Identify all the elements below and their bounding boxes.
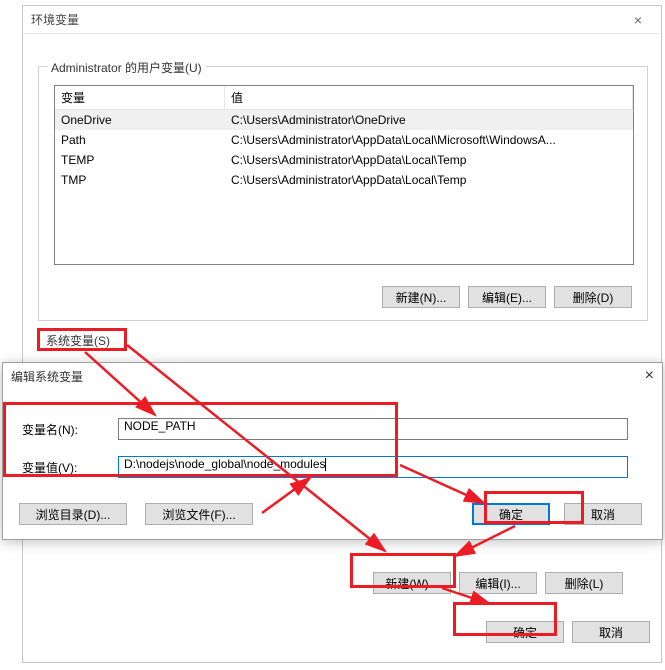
sys-vars-legend: 系统变量(S) [46, 332, 110, 349]
col-variable[interactable]: 变量 [55, 86, 225, 109]
ok-button[interactable]: 确定 [486, 621, 564, 643]
close-icon[interactable]: × [623, 12, 653, 28]
browse-file-button[interactable]: 浏览文件(F)... [145, 503, 253, 525]
new-button[interactable]: 新建(W)... [373, 572, 451, 594]
dialog-buttons: 确定 取消 [486, 621, 650, 643]
edit-titlebar: 编辑系统变量 × [3, 363, 662, 389]
table-row[interactable]: TMP C:\Users\Administrator\AppData\Local… [55, 170, 633, 190]
edit-button[interactable]: 编辑(I)... [459, 572, 537, 594]
sys-buttons: 新建(W)... 编辑(I)... 删除(L) [373, 572, 623, 594]
user-buttons: 新建(N)... 编辑(E)... 删除(D) [382, 286, 632, 308]
cell-var: TMP [55, 170, 225, 190]
var-value-row: 变量值(V): D:\nodejs\node_global\node_modul… [18, 456, 628, 478]
edit-sys-var-dialog: 编辑系统变量 × 变量名(N): NODE_PATH 变量值(V): D:\no… [2, 362, 663, 540]
sys-vars-legend-highlight: 系统变量(S) [37, 328, 127, 351]
table-row[interactable]: Path C:\Users\Administrator\AppData\Loca… [55, 130, 633, 150]
var-value-input[interactable]: D:\nodejs\node_global\node_modules [118, 456, 628, 478]
table-row[interactable]: OneDrive C:\Users\Administrator\OneDrive [55, 110, 633, 130]
table-row[interactable]: TEMP C:\Users\Administrator\AppData\Loca… [55, 150, 633, 170]
cell-val: C:\Users\Administrator\AppData\Local\Tem… [225, 150, 633, 170]
cell-val: C:\Users\Administrator\OneDrive [225, 110, 633, 130]
cell-val: C:\Users\Administrator\AppData\Local\Mic… [225, 130, 633, 150]
user-vars-legend: Administrator 的用户变量(U) [47, 59, 206, 76]
var-name-input[interactable]: NODE_PATH [118, 418, 628, 440]
edit-dialog-title: 编辑系统变量 [11, 368, 645, 385]
new-button[interactable]: 新建(N)... [382, 286, 460, 308]
delete-button[interactable]: 删除(L) [545, 572, 623, 594]
cancel-button[interactable]: 取消 [564, 503, 642, 525]
edit-button[interactable]: 编辑(E)... [468, 286, 546, 308]
var-name-label: 变量名(N): [18, 421, 118, 438]
col-value[interactable]: 值 [225, 86, 633, 109]
close-icon[interactable]: × [645, 367, 654, 385]
cell-var: TEMP [55, 150, 225, 170]
confirm-buttons: 确定 取消 [472, 503, 642, 525]
cancel-button[interactable]: 取消 [572, 621, 650, 643]
table-header: 变量 值 [55, 86, 633, 110]
user-vars-table[interactable]: 变量 值 OneDrive C:\Users\Administrator\One… [54, 85, 634, 265]
var-value-label: 变量值(V): [18, 459, 118, 476]
cell-var: OneDrive [55, 110, 225, 130]
dialog-title: 环境变量 [31, 11, 623, 28]
ok-button[interactable]: 确定 [472, 503, 550, 525]
browse-buttons: 浏览目录(D)... 浏览文件(F)... [19, 503, 253, 525]
cell-var: Path [55, 130, 225, 150]
text-caret [325, 458, 326, 471]
delete-button[interactable]: 删除(D) [554, 286, 632, 308]
var-name-row: 变量名(N): NODE_PATH [18, 418, 628, 440]
cell-val: C:\Users\Administrator\AppData\Local\Tem… [225, 170, 633, 190]
browse-dir-button[interactable]: 浏览目录(D)... [19, 503, 127, 525]
titlebar: 环境变量 × [23, 6, 661, 34]
user-vars-group: Administrator 的用户变量(U) 变量 值 OneDrive C:\… [38, 66, 648, 321]
